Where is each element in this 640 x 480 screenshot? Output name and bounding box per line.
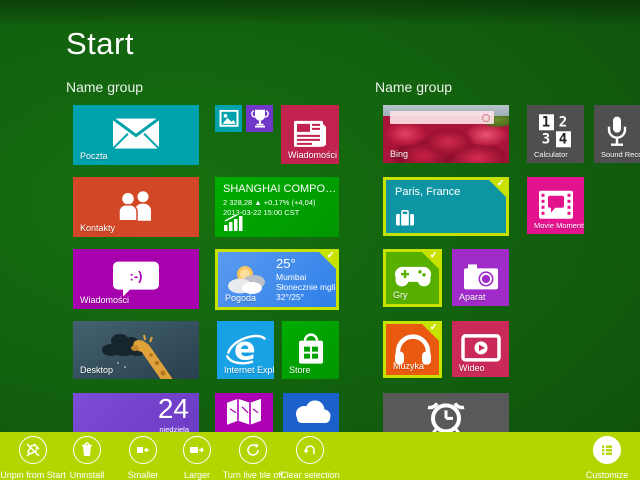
tile-news[interactable]: Wiadomości xyxy=(281,105,339,164)
tile-music[interactable]: Muzyka ✓ xyxy=(383,321,442,378)
checkmark-icon: ✓ xyxy=(430,250,438,261)
tile-label: Muzyka xyxy=(393,361,424,371)
group-name-left[interactable]: Name group xyxy=(66,79,143,95)
checkmark-icon: ✓ xyxy=(327,250,335,261)
tile-camera[interactable]: Aparat xyxy=(452,249,509,306)
tile-label: Wiadomości xyxy=(80,295,129,305)
enlarge-tile-icon xyxy=(189,442,205,458)
tile-finance[interactable]: SHANGHAI COMPO… 2 328,28 ▲ +0,17% (+4,04… xyxy=(215,177,339,237)
tile-travel-paris[interactable]: Paris, France ✓ xyxy=(383,177,509,236)
tile-internet-explorer[interactable]: e Internet Explorer xyxy=(217,321,274,379)
cloud-icon xyxy=(291,400,331,426)
sun-cloud-icon xyxy=(225,264,271,296)
tile-label: Calculator xyxy=(534,150,568,159)
suitcase-icon xyxy=(395,210,415,226)
ie-e-icon: e xyxy=(225,329,267,367)
tile-movie-moments[interactable]: Movie Moments xyxy=(527,177,584,234)
calendar-day: 24 xyxy=(158,393,189,425)
tile-bing[interactable]: Bing xyxy=(383,105,509,163)
tile-label: Bing xyxy=(390,149,408,159)
people-icon xyxy=(115,190,157,222)
trash-icon xyxy=(79,442,95,458)
checkmark-icon: ✓ xyxy=(497,178,505,189)
smiley-bubble-icon: :-) xyxy=(113,262,159,290)
filmstrip-bubble-icon xyxy=(538,189,574,219)
page-title: Start xyxy=(66,26,134,62)
group-name-right[interactable]: Name group xyxy=(375,79,452,95)
refresh-off-icon xyxy=(245,442,261,458)
shopping-bag-icon xyxy=(293,332,329,366)
tile-label: Aparat xyxy=(459,292,486,302)
folded-map-icon xyxy=(225,397,263,427)
tile-sound-recorder[interactable]: Sound Recorder xyxy=(594,105,640,163)
tile-label: Movie Moments xyxy=(534,221,584,230)
photo-icon xyxy=(219,109,238,126)
clear-selection-button[interactable]: Clear selection xyxy=(265,436,355,480)
tile-label: Desktop xyxy=(80,365,113,375)
tile-games[interactable]: Gry ✓ xyxy=(383,249,442,307)
tile-label: Pogoda xyxy=(225,293,256,303)
search-icon xyxy=(482,114,490,122)
tile-label: Internet Explorer xyxy=(224,365,274,375)
tile-weather[interactable]: 25° Mumbai Słonecznie mgliście 32°/25° P… xyxy=(215,249,339,310)
tile-label: Wideo xyxy=(459,363,485,373)
bar-chart-icon xyxy=(224,215,246,231)
stock-name: SHANGHAI COMPO… xyxy=(223,183,336,195)
weather-temp: 25° xyxy=(276,256,296,271)
search-bar xyxy=(390,111,494,124)
trophy-icon xyxy=(251,108,269,127)
customize-button[interactable]: Customize xyxy=(562,436,640,480)
weather-conditions: Słonecznie mgliście xyxy=(276,282,339,292)
tile-label: Wiadomości xyxy=(288,150,337,160)
checkmark-icon: ✓ xyxy=(430,322,438,333)
tile-label: Sound Recorder xyxy=(601,150,640,159)
list-icon xyxy=(599,442,615,458)
tile-video[interactable]: Wideo xyxy=(452,321,509,377)
tile-label: Kontakty xyxy=(80,223,115,233)
shrink-tile-icon xyxy=(135,442,151,458)
stock-quote: 2 328,28 ▲ +0,17% (+4,04) xyxy=(223,198,316,207)
envelope-icon xyxy=(111,116,161,152)
weather-city: Mumbai xyxy=(276,272,306,282)
video-player-icon xyxy=(461,334,501,362)
undo-icon xyxy=(302,442,318,458)
unpin-icon xyxy=(25,442,41,458)
tile-desktop[interactable]: Desktop xyxy=(73,321,199,379)
tile-people[interactable]: Kontakty xyxy=(73,177,199,237)
tile-label: Gry xyxy=(393,290,408,300)
tile-messaging[interactable]: :-) Wiadomości xyxy=(73,249,199,309)
tile-store[interactable]: Store xyxy=(282,321,339,379)
weather-range: 32°/25° xyxy=(276,292,304,302)
tile-trophy[interactable] xyxy=(246,105,273,132)
microphone-icon xyxy=(604,116,630,150)
tile-mail[interactable]: Poczta xyxy=(73,105,199,165)
tile-photos[interactable] xyxy=(215,105,242,132)
app-bar: Unpin from Start Uninstall Smaller Large… xyxy=(0,432,640,480)
travel-destination: Paris, France xyxy=(395,186,460,198)
newspaper-icon xyxy=(293,119,327,147)
tile-calculator[interactable]: 1234 Calculator xyxy=(527,105,584,163)
tile-label: Store xyxy=(289,365,311,375)
digits-1234-icon: 1234 xyxy=(539,114,573,148)
tile-label: Poczta xyxy=(80,151,108,161)
camera-icon xyxy=(463,263,499,290)
